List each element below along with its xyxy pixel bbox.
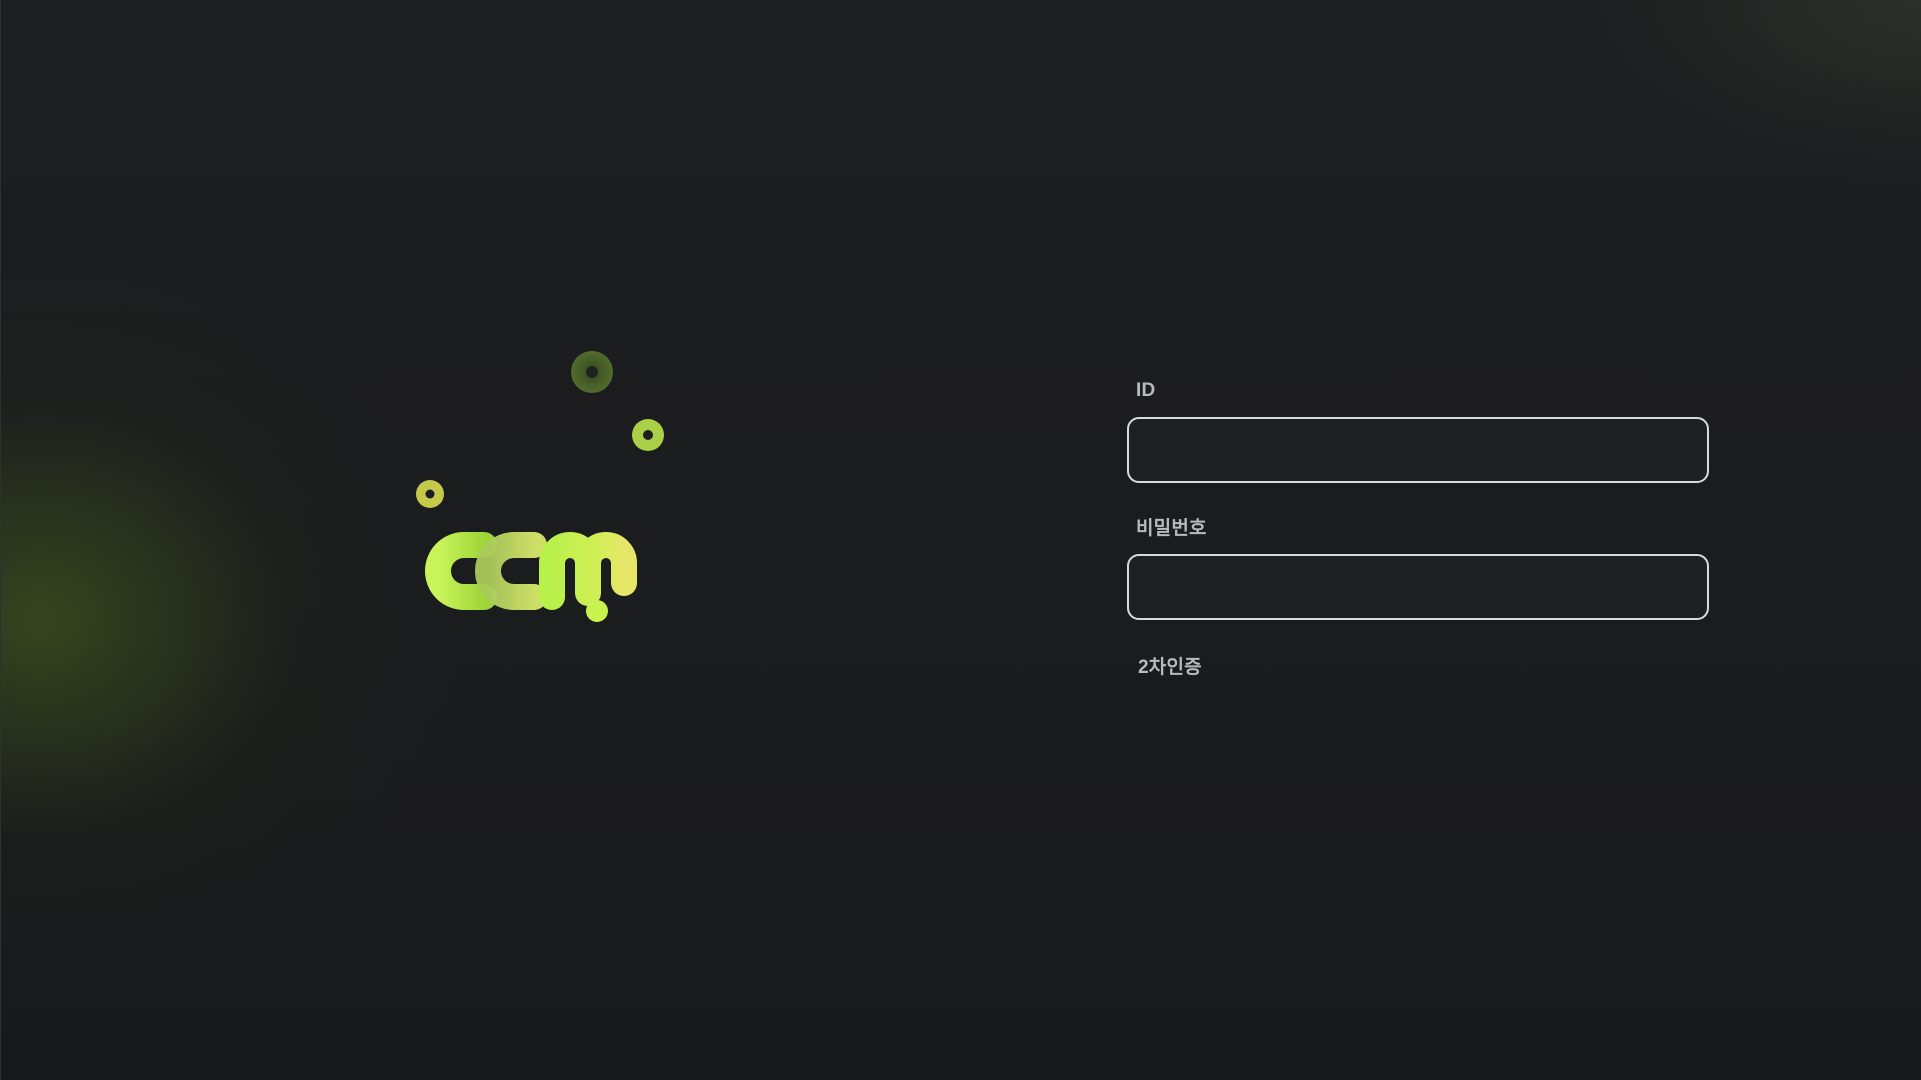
- login-page: ID 비밀번호 2차인증: [0, 0, 1921, 1080]
- ccm-logo-icon: [416, 351, 664, 622]
- id-label: ID: [1136, 380, 1156, 401]
- window-edge-divider: [0, 0, 1, 1080]
- password-label: 비밀번호: [1136, 518, 1207, 539]
- two-factor-label: 2차인증: [1138, 657, 1202, 678]
- logo-letter-m: [539, 532, 637, 610]
- password-input[interactable]: [1127, 554, 1709, 620]
- logo-letter-c2: [475, 532, 547, 610]
- id-input[interactable]: [1127, 417, 1709, 483]
- login-form: ID 비밀번호 2차인증: [1127, 380, 1709, 679]
- ccm-logo: [410, 345, 680, 630]
- logo-dot-bottom: [586, 600, 608, 622]
